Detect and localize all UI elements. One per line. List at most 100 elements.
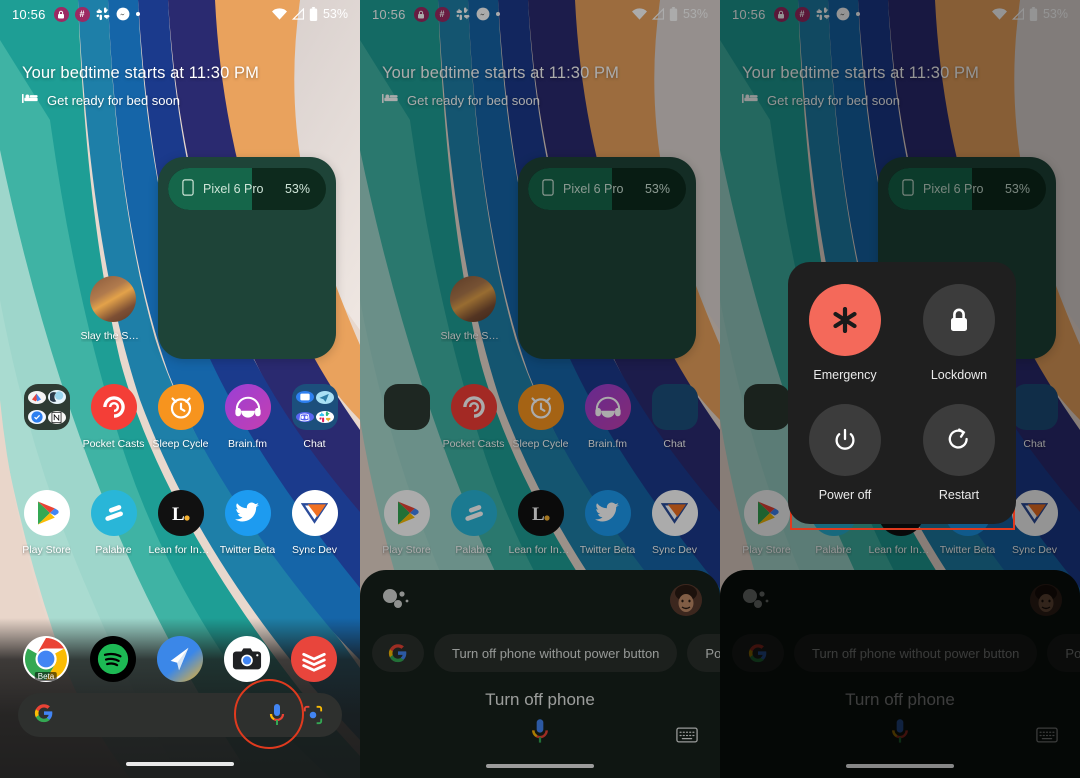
panel-assistant-open: 10:56 # 53% Your bedtime starts at 11:30… bbox=[360, 0, 720, 778]
battery-icon bbox=[309, 7, 318, 21]
status-clock: 10:56 bbox=[12, 6, 46, 22]
folder-app-2 bbox=[47, 390, 66, 404]
status-bar: 10:56 # 53% bbox=[0, 0, 360, 28]
bedtime-title: Your bedtime starts at 11:30 PM bbox=[22, 64, 259, 82]
app-twitter-beta[interactable]: Twitter Beta bbox=[214, 490, 281, 556]
navigation-bar-handle[interactable] bbox=[126, 762, 234, 766]
panel-power-menu: 10:56 # 53% Your bedtime starts at 11:30… bbox=[720, 0, 1080, 778]
battery-pill: Pixel 6 Pro 53% bbox=[168, 168, 326, 210]
messenger-icon bbox=[116, 7, 130, 21]
bedtime-subtitle-row: Get ready for bed soon bbox=[22, 91, 344, 109]
wifi-icon bbox=[271, 8, 287, 20]
svg-text:L: L bbox=[172, 504, 185, 525]
chrome-icon[interactable]: Beta bbox=[23, 636, 69, 682]
power-menu-lockdown[interactable]: Lockdown bbox=[913, 284, 1005, 382]
status-bar-right: 53% bbox=[271, 7, 348, 21]
app-row-1: Pocket Casts Sleep Cycle Brain.fm Chat bbox=[0, 384, 360, 450]
app-folder-chat[interactable]: Chat bbox=[281, 384, 348, 450]
folder-app-4 bbox=[47, 410, 66, 424]
folder-app-messages bbox=[295, 391, 314, 403]
power-menu-power-off[interactable]: Power off bbox=[799, 404, 891, 502]
app-sync-dev[interactable]: Sync Dev bbox=[281, 490, 348, 556]
power-menu-row-2: Power off Restart bbox=[788, 404, 1016, 502]
power-menu-row-1: Emergency Lockdown bbox=[788, 284, 1016, 382]
app-folder-dark[interactable] bbox=[13, 384, 80, 450]
panel-home-screen: 10:56 # 53% Your bedtime starts at 11:30… bbox=[0, 0, 360, 778]
at-a-glance[interactable]: Your bedtime starts at 11:30 PM Get read… bbox=[22, 64, 344, 109]
dock: Beta bbox=[0, 636, 360, 682]
power-menu-label: Power off bbox=[818, 488, 872, 502]
notification-badge-2: # bbox=[74, 6, 90, 22]
phone-icon bbox=[182, 179, 194, 199]
folder-app-3 bbox=[27, 410, 46, 424]
more-notifications-dot bbox=[135, 12, 140, 16]
bed-icon bbox=[22, 91, 38, 109]
folder-icon bbox=[23, 384, 70, 430]
cellular-signal-icon bbox=[291, 8, 305, 20]
google-search-bar[interactable] bbox=[18, 693, 342, 737]
sleep-cycle-icon bbox=[157, 384, 204, 430]
spark-mail-icon[interactable] bbox=[157, 636, 203, 682]
power-menu-label: Restart bbox=[938, 488, 980, 502]
power-menu-label: Emergency bbox=[813, 368, 877, 382]
sync-dev-icon bbox=[291, 490, 338, 536]
chrome-beta-badge: Beta bbox=[34, 672, 58, 681]
app-label: Twitter Beta bbox=[219, 544, 276, 556]
status-bar-left: 10:56 # bbox=[12, 6, 140, 22]
lock-glyph-icon bbox=[58, 10, 65, 18]
emergency-asterisk-icon bbox=[809, 284, 881, 356]
folder-app-discord bbox=[295, 412, 314, 422]
app-row-top: Slay the Spire bbox=[0, 276, 146, 342]
app-lean-for-instagram[interactable]: L Lean for Inst… bbox=[147, 490, 214, 556]
slay-the-spire-icon bbox=[89, 276, 136, 322]
google-lens-icon[interactable] bbox=[300, 705, 326, 725]
three-panel-screenshot-strip: 10:56 # 53% Your bedtime starts at 11:30… bbox=[0, 0, 1080, 778]
power-menu-dialog: Emergency Lockdown Power off Restart bbox=[788, 262, 1016, 524]
scrim-overlay bbox=[360, 0, 720, 778]
battery-device-row: Pixel 6 Pro bbox=[168, 168, 263, 210]
app-label: Play Store bbox=[22, 544, 71, 556]
app-row-2: Play Store Palabre L Lean for Inst… bbox=[0, 490, 360, 556]
app-label: Pocket Casts bbox=[82, 438, 145, 450]
lock-icon bbox=[923, 284, 995, 356]
power-menu-label: Lockdown bbox=[930, 368, 988, 382]
power-menu-emergency[interactable]: Emergency bbox=[799, 284, 891, 382]
battery-widget[interactable]: Pixel 6 Pro 53% bbox=[158, 157, 336, 359]
folder-icon bbox=[291, 384, 338, 430]
folder-app-slack bbox=[315, 411, 334, 423]
restart-icon bbox=[923, 404, 995, 476]
spotify-icon[interactable] bbox=[90, 636, 136, 682]
pocket-casts-icon bbox=[90, 384, 137, 430]
app-play-store[interactable]: Play Store bbox=[13, 490, 80, 556]
lean-for-instagram-icon: L bbox=[157, 490, 204, 536]
app-sleep-cycle[interactable]: Sleep Cycle bbox=[147, 384, 214, 450]
battery-device-name: Pixel 6 Pro bbox=[203, 182, 264, 196]
app-pocket-casts[interactable]: Pocket Casts bbox=[80, 384, 147, 450]
camera-icon[interactable] bbox=[224, 636, 270, 682]
palabre-icon bbox=[90, 490, 137, 536]
power-icon bbox=[809, 404, 881, 476]
folder-app-telegram bbox=[315, 390, 334, 404]
google-g-icon bbox=[34, 703, 54, 728]
bedtime-subtitle: Get ready for bed soon bbox=[47, 92, 180, 108]
app-label: Brain.fm bbox=[227, 438, 268, 450]
battery-percent-label: 53% bbox=[322, 7, 348, 21]
app-label: Sleep Cycle bbox=[152, 438, 209, 450]
app-label: Lean for Inst… bbox=[148, 544, 213, 556]
power-menu-restart[interactable]: Restart bbox=[913, 404, 1005, 502]
battery-widget-percent: 53% bbox=[284, 182, 310, 196]
app-palabre[interactable]: Palabre bbox=[80, 490, 147, 556]
brain-fm-icon bbox=[224, 384, 271, 430]
folder-app-1 bbox=[27, 390, 46, 404]
slack-icon bbox=[96, 7, 110, 21]
app-slay-the-spire[interactable]: Slay the Spire bbox=[79, 276, 146, 342]
app-label: Palabre bbox=[95, 544, 132, 556]
microphone-icon[interactable] bbox=[264, 703, 290, 727]
play-store-icon bbox=[23, 490, 70, 536]
app-label: Chat bbox=[303, 438, 326, 450]
notification-badge-1 bbox=[53, 6, 69, 22]
app-brain-fm[interactable]: Brain.fm bbox=[214, 384, 281, 450]
twitter-icon bbox=[224, 490, 271, 536]
todoist-icon[interactable] bbox=[291, 636, 337, 682]
app-label: Sync Dev bbox=[292, 544, 337, 556]
